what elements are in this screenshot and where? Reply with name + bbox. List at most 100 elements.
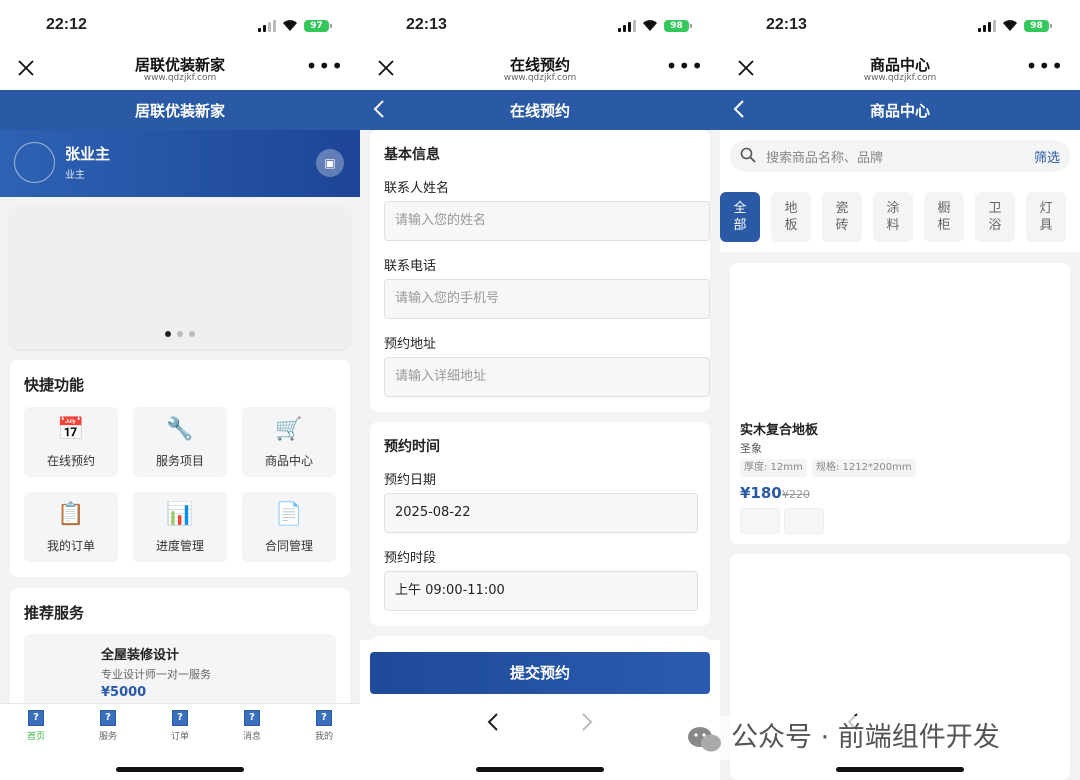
watermark-text: 公众号 · 前端组件开发 [731, 722, 1000, 753]
tab-services[interactable]: ? 服务 [88, 710, 128, 742]
miniprogram-header: 在线预约 www.qdzjkf.com ••• [360, 48, 720, 90]
tab-label: 消息 [242, 732, 261, 742]
product-brand: 圣象 [740, 442, 762, 455]
service-price: ¥5000 [101, 685, 147, 700]
section-title: 推荐服务 [24, 604, 85, 622]
status-time: 22:13 [766, 16, 807, 33]
nav-bar: 在线预约 [360, 90, 720, 130]
name-label: 联系人姓名 [384, 181, 450, 196]
phone-input[interactable]: 请输入您的手机号 [384, 279, 710, 319]
quick-item-orders[interactable]: 📋 我的订单 [24, 492, 118, 562]
quick-item-contracts[interactable]: 📄 合同管理 [242, 492, 336, 562]
service-item[interactable]: 全屋装修设计 专业设计师一对一服务 ¥5000 [24, 634, 336, 714]
quick-item-services[interactable]: 🔧 服务项目 [133, 407, 227, 477]
quick-item-label: 商品中心 [264, 454, 313, 468]
submit-button[interactable]: 提交预约 [370, 652, 710, 694]
address-input[interactable]: 请输入详细地址 [384, 357, 710, 397]
section-title: 快捷功能 [24, 376, 85, 394]
banner-carousel[interactable] [10, 206, 350, 349]
tab-home[interactable]: ? 首页 [16, 710, 56, 742]
date-label: 预约日期 [384, 473, 437, 488]
carousel-dots [10, 322, 350, 341]
name-input[interactable]: 请输入您的姓名 [384, 201, 710, 241]
category-lighting[interactable]: 灯具 [1026, 192, 1066, 242]
cart-icon: 🛒 [275, 417, 303, 442]
products-screen: 22:13 98 商品中心 www.qdzjkf.com ••• 商品中心 搜索… [720, 0, 1080, 780]
tab-icon: ? [316, 710, 332, 726]
avatar[interactable] [14, 142, 55, 183]
search-icon [740, 147, 756, 163]
category-cabinet[interactable]: 橱柜 [924, 192, 964, 242]
category-all[interactable]: 全部 [720, 192, 760, 242]
status-bar: 22:12 97 [0, 0, 360, 48]
address-label: 预约地址 [384, 337, 437, 352]
user-profile[interactable]: 张业主 业主 ▣ [0, 130, 360, 197]
home-indicator[interactable] [116, 767, 244, 772]
wifi-icon [643, 20, 657, 31]
quick-functions-card: 快捷功能 📅 在线预约 🔧 服务项目 🛒 商品中心 📋 我的订单 📊 进度管理 📄 合同管理 [10, 360, 350, 577]
status-bar: 22:13 98 [360, 0, 720, 48]
slot-label: 预约时段 [384, 551, 437, 566]
quick-item-label: 服务项目 [155, 454, 204, 468]
watermark: 公众号 · 前端组件开发 [685, 716, 1065, 760]
category-paint[interactable]: 涂料 [873, 192, 913, 242]
tab-mine[interactable]: ? 我的 [304, 710, 344, 742]
product-action-button[interactable] [740, 508, 780, 534]
quick-item-products[interactable]: 🛒 商品中心 [242, 407, 336, 477]
more-icon[interactable]: ••• [666, 54, 704, 78]
tab-bar: ? 首页 ? 服务 ? 订单 ? 消息 ? 我的 [0, 703, 360, 780]
carousel-dot[interactable] [189, 331, 195, 337]
signal-icon [258, 20, 276, 32]
nav-bar: 商品中心 [720, 90, 1080, 130]
category-floor[interactable]: 地板 [771, 192, 811, 242]
wrench-icon: 🔧 [166, 417, 194, 442]
product-tag: 规格: 1212*200mm [812, 459, 916, 477]
more-icon[interactable]: ••• [306, 54, 344, 78]
category-bathroom[interactable]: 卫浴 [975, 192, 1015, 242]
page-title: 居联优装新家 [134, 102, 225, 120]
status-bar: 22:13 98 [720, 0, 1080, 48]
service-desc: 专业设计师一对一服务 [101, 668, 211, 681]
home-indicator[interactable] [476, 767, 604, 772]
signal-icon [978, 20, 996, 32]
category-tile[interactable]: 瓷砖 [822, 192, 862, 242]
page-title: 商品中心 [869, 102, 930, 120]
page-title: 在线预约 [509, 102, 570, 120]
carousel-dot[interactable] [177, 331, 183, 337]
browser-back-icon[interactable] [486, 712, 500, 732]
battery-icon: 97 [304, 20, 332, 32]
category-tabs: 全部 地板 瓷砖 涂料 橱柜 卫浴 灯具 [720, 182, 1080, 252]
document-icon: 📄 [275, 502, 303, 527]
quick-item-progress[interactable]: 📊 进度管理 [133, 492, 227, 562]
more-icon[interactable]: ••• [1026, 54, 1064, 78]
date-picker[interactable]: 2025-08-22 [384, 493, 698, 533]
calendar-icon: 📅 [57, 417, 85, 442]
home-indicator[interactable] [836, 767, 964, 772]
wechat-icon [688, 726, 721, 751]
quick-item-label: 进度管理 [155, 539, 204, 553]
id-card-icon[interactable]: ▣ [316, 149, 344, 177]
wifi-icon [1003, 20, 1017, 31]
slot-picker[interactable]: 上午 09:00-11:00 [384, 571, 698, 611]
search-bar[interactable]: 搜索商品名称、品牌 筛选 [730, 140, 1070, 172]
tab-icon: ? [100, 710, 116, 726]
wifi-icon [283, 20, 297, 31]
tab-icon: ? [28, 710, 44, 726]
user-role: 业主 [65, 170, 85, 181]
product-card[interactable]: 实木复合地板 圣象 厚度: 12mm 规格: 1212*200mm ¥180 ¥… [730, 263, 1070, 544]
filter-button[interactable]: 筛选 [1034, 147, 1060, 166]
submit-bar: 提交预约 [360, 640, 720, 702]
tab-orders[interactable]: ? 订单 [160, 710, 200, 742]
user-name: 张业主 [65, 145, 111, 163]
service-title: 全屋装修设计 [101, 648, 180, 663]
product-tag: 厚度: 12mm [740, 459, 807, 477]
browser-forward-icon[interactable] [580, 712, 594, 732]
quick-item-online-booking[interactable]: 📅 在线预约 [24, 407, 118, 477]
product-image[interactable] [730, 263, 1070, 413]
home-screen: 22:12 97 居联优装新家 www.qdzjkf.com ••• 居联优装新… [0, 0, 360, 780]
search-input[interactable]: 搜索商品名称、品牌 [766, 147, 883, 166]
tab-messages[interactable]: ? 消息 [232, 710, 272, 742]
carousel-dot[interactable] [165, 331, 171, 337]
quick-item-label: 在线预约 [46, 454, 95, 468]
product-action-button[interactable] [784, 508, 824, 534]
